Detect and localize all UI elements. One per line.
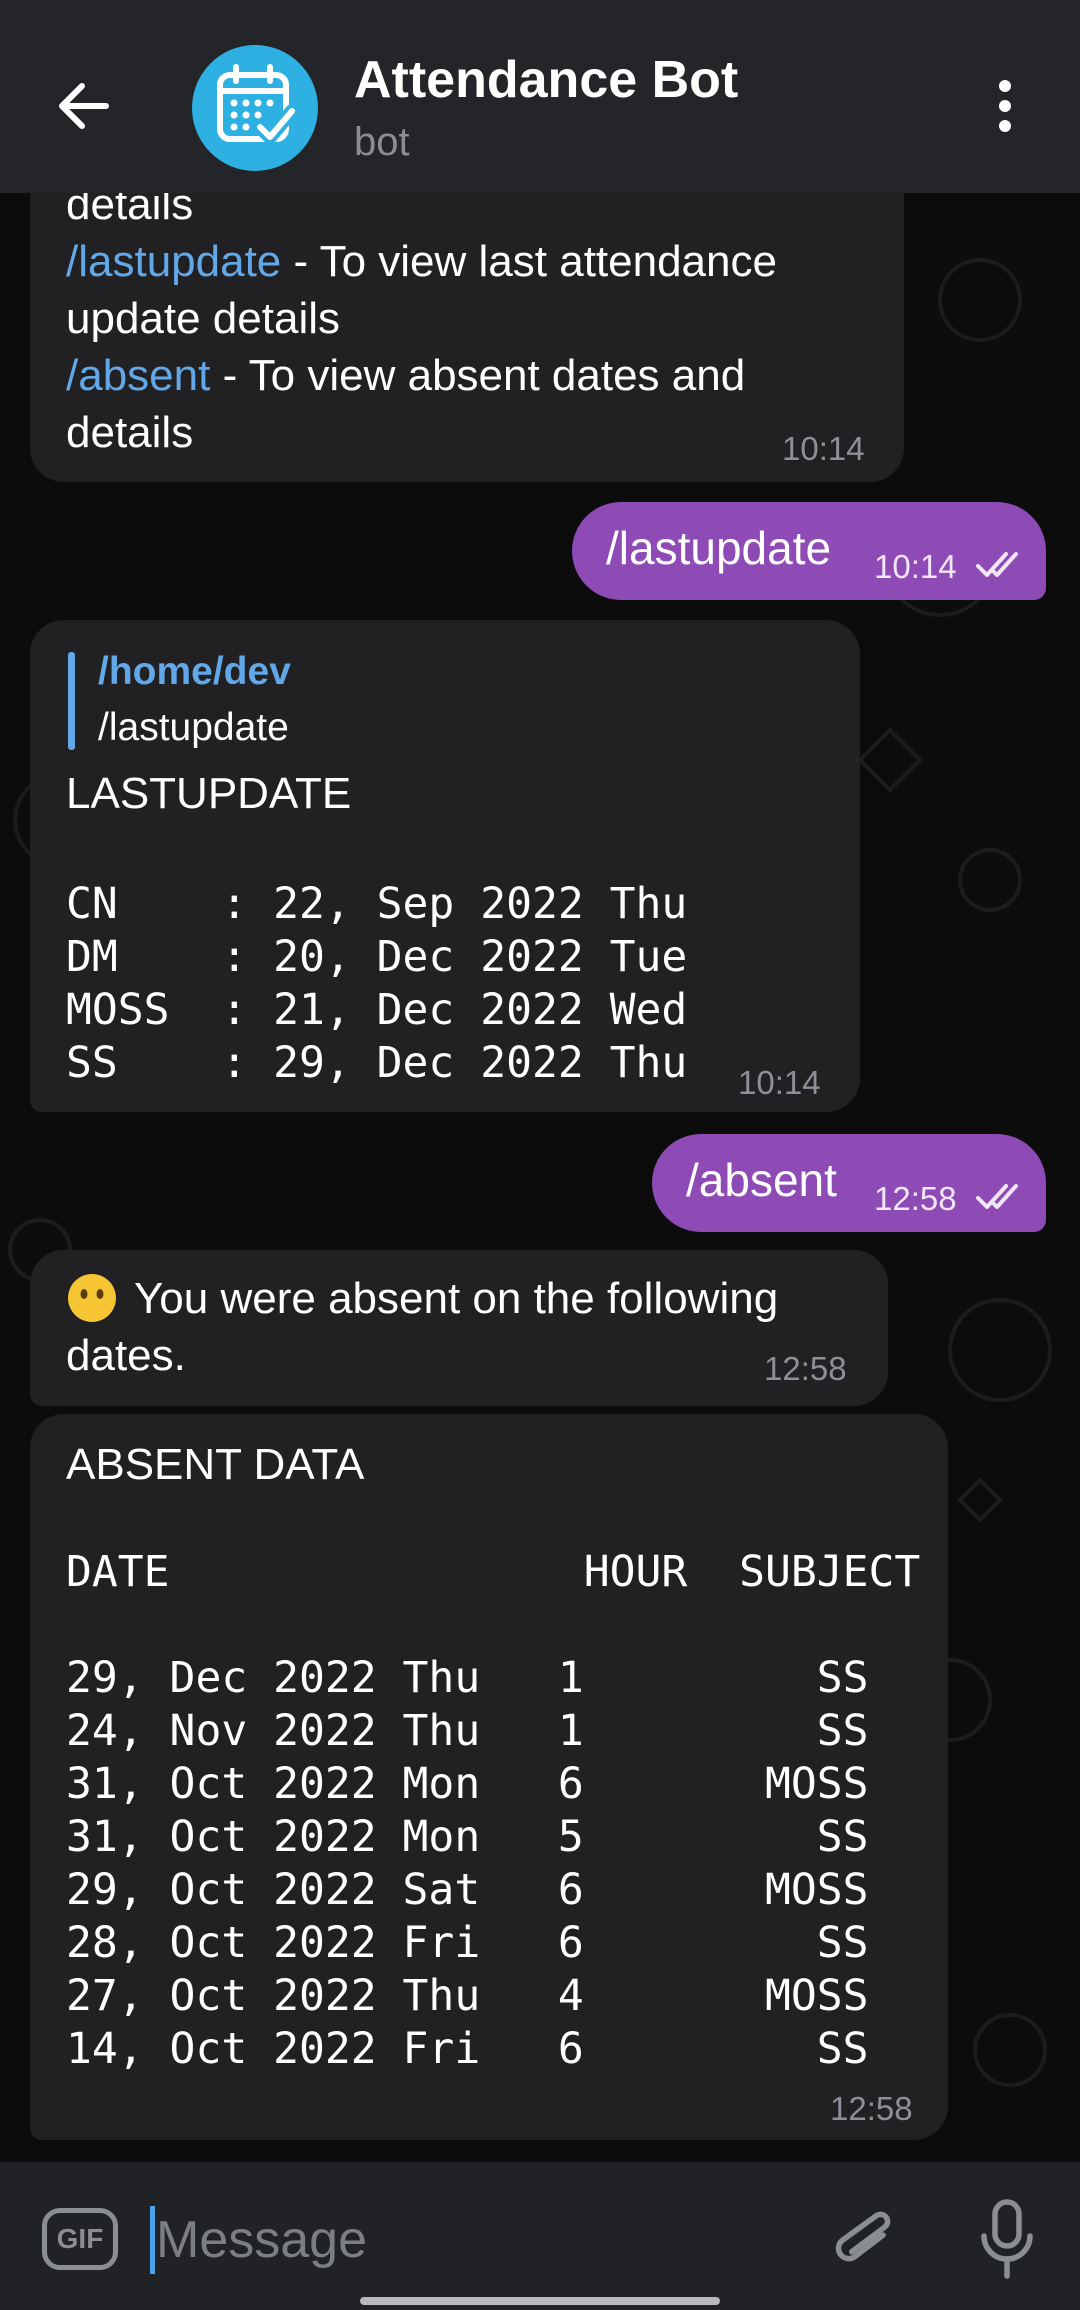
message-time: 12:58 [874, 1180, 957, 1217]
gif-button[interactable]: GIF [42, 2208, 118, 2270]
neutral-face-emoji-icon [68, 1274, 116, 1322]
calendar-check-icon [217, 64, 299, 148]
absent-table-row: 14, Oct 2022 Fri 6 SS [66, 2024, 869, 2074]
absent-table-row: 29, Oct 2022 Sat 6 MOSS [66, 1865, 869, 1915]
message-time: 10:14 [782, 430, 865, 467]
message-lastupdate-reply[interactable]: /home/dev /lastupdate LASTUPDATE CN : 22… [30, 620, 860, 1112]
reply-quote-text: /lastupdate [98, 706, 289, 749]
double-check-icon [976, 1184, 1018, 1209]
lastupdate-row: DM : 20, Dec 2022 Tue [66, 932, 688, 982]
message-text-line: /lastupdate - To view last attendance [66, 237, 777, 286]
reply-quote-name[interactable]: /home/dev [98, 650, 291, 694]
absent-table-header: DATE HOUR SUBJECT [66, 1547, 921, 1597]
message-time: 10:14 [738, 1064, 821, 1101]
absent-table-row: 29, Dec 2022 Thu 1 SS [66, 1653, 869, 1703]
chat-subtitle: bot [354, 120, 410, 164]
back-arrow-icon[interactable] [48, 70, 120, 142]
absent-table-row: 28, Oct 2022 Fri 6 SS [66, 1918, 869, 1968]
message-text: /absent [686, 1154, 837, 1206]
message-text-line: /absent - To view absent dates and [66, 351, 746, 400]
home-indicator[interactable] [360, 2297, 720, 2305]
absent-table-row: 31, Oct 2022 Mon 5 SS [66, 1812, 869, 1862]
message-text-line: You were absent on the following [134, 1274, 779, 1323]
message-text-line: update details [66, 294, 340, 343]
message-composer: GIF [0, 2162, 1080, 2310]
message-text-line: dates. [66, 1331, 186, 1380]
double-check-icon [976, 552, 1018, 577]
more-vert-icon[interactable] [985, 80, 1025, 140]
message-time: 12:58 [764, 1350, 847, 1387]
absent-table-row: 27, Oct 2022 Thu 4 MOSS [66, 1971, 869, 2021]
message-bot-commands[interactable]: details /lastupdate - To view last atten… [30, 150, 904, 482]
message-outgoing-lastupdate[interactable]: /lastupdate 10:14 [572, 502, 1046, 600]
command-link-absent[interactable]: /absent [66, 351, 210, 400]
message-absent-notice[interactable]: You were absent on the following dates. … [30, 1250, 888, 1406]
message-time: 10:14 [874, 548, 957, 585]
message-time: 12:58 [830, 2090, 913, 2127]
paperclip-icon[interactable] [830, 2202, 900, 2278]
lastupdate-row: CN : 22, Sep 2022 Thu [66, 879, 688, 929]
reply-quote-bar [68, 652, 75, 750]
chat-header: Attendance Bot bot [0, 0, 1080, 193]
message-heading: LASTUPDATE [66, 769, 352, 818]
message-outgoing-absent[interactable]: /absent 12:58 [652, 1134, 1046, 1232]
lastupdate-row: MOSS : 21, Dec 2022 Wed [66, 985, 688, 1035]
absent-table-row: 31, Oct 2022 Mon 6 MOSS [66, 1759, 869, 1809]
message-input[interactable] [152, 2198, 796, 2282]
message-absent-data[interactable]: ABSENT DATA DATE HOUR SUBJECT 29, Dec 20… [30, 1414, 948, 2140]
absent-table-row: 24, Nov 2022 Thu 1 SS [66, 1706, 869, 1756]
lastupdate-row: SS : 29, Dec 2022 Thu [66, 1038, 688, 1088]
bot-avatar[interactable] [192, 45, 318, 171]
chat-title[interactable]: Attendance Bot [354, 50, 738, 110]
command-link-lastupdate[interactable]: /lastupdate [66, 237, 281, 286]
message-text: /lastupdate [606, 522, 832, 574]
microphone-icon[interactable] [972, 2198, 1042, 2282]
message-text-line: details [66, 408, 194, 457]
message-heading: ABSENT DATA [66, 1440, 365, 1489]
